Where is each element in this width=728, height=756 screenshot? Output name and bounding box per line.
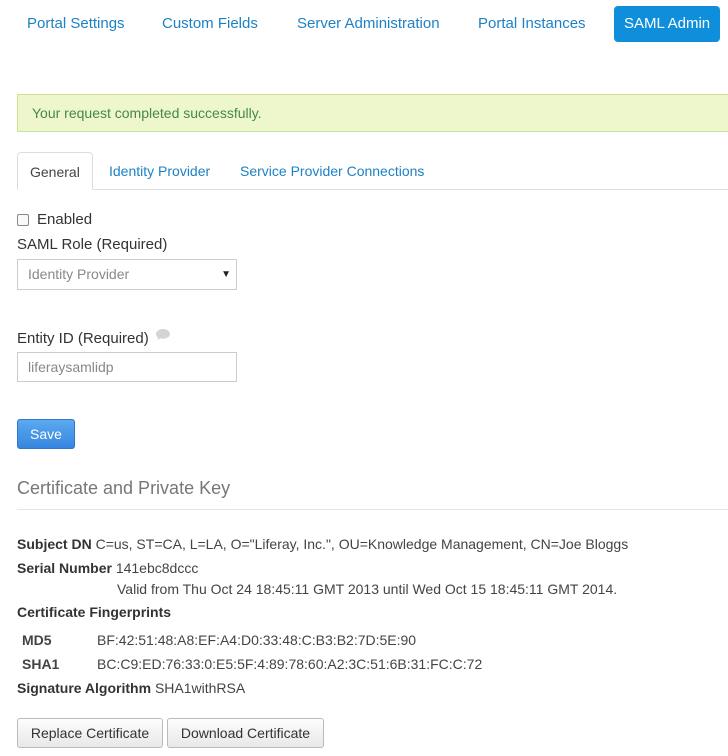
tab-bar: General Identity Provider Service Provid… (17, 152, 728, 190)
tab-service-provider-connections[interactable]: Service Provider Connections (240, 152, 424, 190)
certificate-section-title: Certificate and Private Key (17, 478, 231, 498)
tab-general[interactable]: General (17, 152, 93, 190)
save-button[interactable]: Save (17, 419, 75, 449)
saml-role-label: SAML Role (Required) (17, 236, 168, 253)
validity-text: Valid from Thu Oct 24 18:45:11 GMT 2013 … (117, 581, 618, 597)
fingerprints-label: Certificate Fingerprints (17, 604, 171, 620)
replace-certificate-button[interactable]: Replace Certificate (17, 718, 163, 748)
nav-custom-fields[interactable]: Custom Fields (162, 6, 258, 42)
sha1-heading: SHA1 (22, 656, 60, 672)
entity-id-label-row: Entity ID (Required) (17, 328, 171, 347)
enabled-checkbox[interactable] (17, 213, 29, 226)
md5-value: BF:42:51:48:A8:EF:A4:D0:33:48:C:B3:B2:7D… (97, 632, 417, 648)
serial-number-row: Serial Number 141ebc8dccc (17, 560, 198, 576)
enabled-label: Enabled (37, 211, 93, 228)
download-certificate-button[interactable]: Download Certificate (167, 718, 324, 748)
nav-server-administration[interactable]: Server Administration (297, 6, 440, 42)
enabled-row: Enabled (17, 211, 92, 228)
entity-id-label: Entity ID (Required) (17, 330, 149, 347)
serial-number-value: 141ebc8dccc (115, 560, 199, 576)
nav-saml-admin[interactable]: SAML Admin (614, 6, 721, 42)
signature-algorithm-row: Signature Algorithm SHA1withRSA (17, 680, 245, 696)
entity-id-input[interactable]: liferaysamlidp (17, 352, 237, 382)
signature-algorithm-label: Signature Algorithm (17, 680, 152, 696)
top-navigation: Portal Settings Custom Fields Server Adm… (0, 6, 728, 42)
serial-number-label: Serial Number (17, 560, 112, 576)
signature-algorithm-value: SHA1withRSA (154, 680, 246, 696)
subject-dn-row: Subject DN C=us, ST=CA, L=LA, O="Liferay… (17, 536, 628, 552)
subject-dn-value: C=us, ST=CA, L=LA, O="Liferay, Inc.", OU… (95, 536, 629, 552)
fingerprints-heading: Certificate Fingerprints (17, 604, 172, 620)
saml-role-select[interactable]: Identity Provider ▼ (17, 259, 237, 290)
md5-label: MD5 (22, 632, 52, 648)
success-alert: Your request completed successfully. (17, 94, 728, 132)
caret-down-icon: ▼ (221, 269, 231, 280)
md5-heading: MD5 (22, 632, 52, 648)
saml-role-value: Identity Provider (28, 266, 130, 282)
speech-bubble-icon[interactable] (155, 328, 171, 345)
tab-identity-provider[interactable]: Identity Provider (109, 152, 210, 190)
sha1-label: SHA1 (22, 656, 59, 672)
nav-portal-settings[interactable]: Portal Settings (27, 6, 125, 42)
sha1-value: BC:C9:ED:76:33:0:E5:5F:4:89:78:60:A2:3C:… (97, 656, 483, 672)
subject-dn-label: Subject DN (17, 536, 92, 552)
divider (17, 509, 728, 510)
nav-portal-instances[interactable]: Portal Instances (478, 6, 586, 42)
